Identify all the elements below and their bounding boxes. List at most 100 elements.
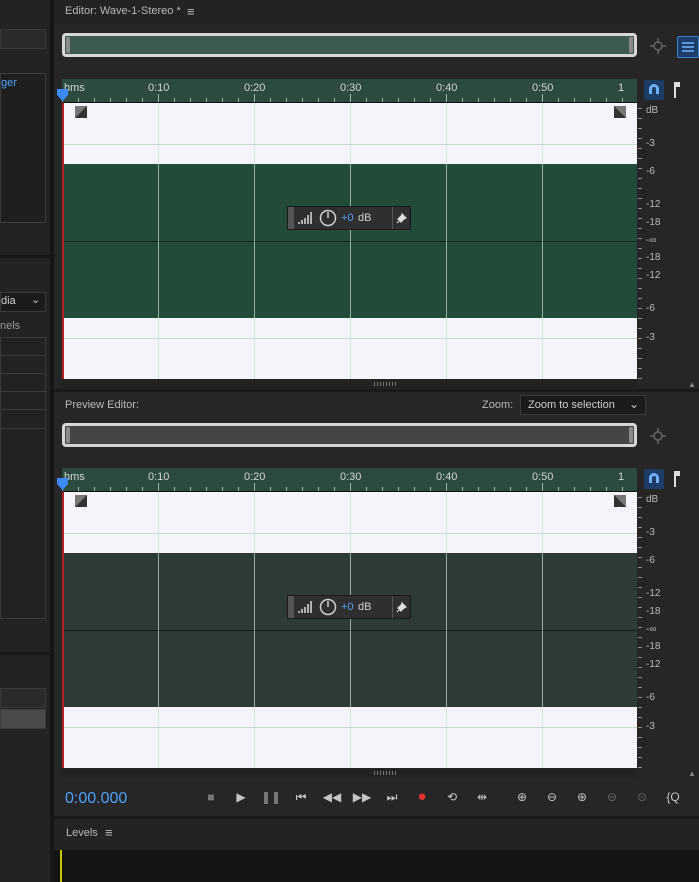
timeline-ruler[interactable]: hms 0:10 0:20 0:30 0:40 0:50 1 bbox=[62, 79, 637, 103]
zoom-in-time-icon[interactable]: ⊕ bbox=[571, 788, 593, 806]
zoom-in-amplitude-icon[interactable]: ⊕ bbox=[511, 788, 533, 806]
db-scale-tick bbox=[638, 687, 642, 688]
db-scale-label: -12 bbox=[646, 659, 661, 670]
preview-timeline-ruler[interactable]: hms 0:10 0:20 0:30 0:40 0:50 1 bbox=[62, 468, 637, 492]
db-scale-tick bbox=[638, 298, 642, 299]
scrollbar-grip[interactable] bbox=[374, 382, 398, 386]
hamburger-icon[interactable]: ≡ bbox=[187, 4, 195, 19]
volume-knob-icon[interactable] bbox=[319, 598, 337, 616]
level-bars-icon bbox=[298, 212, 312, 224]
fade-out-handle-icon[interactable] bbox=[614, 106, 626, 121]
spectral-toggle-icon[interactable] bbox=[677, 36, 699, 58]
snap-magnet-icon[interactable] bbox=[644, 469, 664, 489]
volume-knob-icon[interactable] bbox=[319, 209, 337, 227]
overview-bar[interactable] bbox=[62, 33, 637, 57]
gridline bbox=[446, 492, 447, 768]
stop-icon[interactable]: ■ bbox=[200, 788, 222, 806]
preview-overview-bar[interactable] bbox=[62, 423, 637, 447]
zoom-dropdown[interactable]: Zoom to selection ⌄ bbox=[520, 395, 646, 415]
horizontal-scrollbar[interactable] bbox=[62, 380, 637, 388]
skip-selection-icon[interactable]: ⇹ bbox=[471, 788, 493, 806]
skip-to-end-icon[interactable]: ⏭ bbox=[381, 788, 403, 806]
overview-right-handle[interactable] bbox=[629, 37, 633, 53]
volume-hud[interactable]: +0 dB bbox=[287, 595, 411, 619]
left-field[interactable] bbox=[0, 688, 46, 708]
ruler-tick bbox=[126, 98, 127, 102]
ruler-tick bbox=[222, 487, 223, 491]
db-scale-tick bbox=[638, 607, 642, 608]
db-scale-tick bbox=[638, 527, 642, 528]
db-scale-tick bbox=[638, 677, 642, 678]
left-search-field[interactable] bbox=[0, 29, 46, 49]
ruler-tick bbox=[318, 487, 319, 491]
zoom-full-icon[interactable]: ⊙ bbox=[631, 788, 653, 806]
editor-divider[interactable] bbox=[54, 389, 699, 392]
snap-magnet-icon[interactable] bbox=[644, 80, 664, 100]
volume-value[interactable]: +0 bbox=[341, 601, 354, 613]
db-scale-tick bbox=[638, 188, 642, 189]
play-icon[interactable]: ▶ bbox=[230, 788, 252, 806]
fast-forward-icon[interactable]: ▶▶ bbox=[351, 788, 373, 806]
volume-hud[interactable]: +0 dB bbox=[287, 206, 411, 230]
left-dropdown[interactable]: dia ⌄ bbox=[0, 292, 46, 312]
ruler-tick bbox=[430, 98, 431, 102]
ruler-tick bbox=[334, 98, 335, 102]
time-display[interactable]: 0:00.000 bbox=[65, 790, 127, 808]
scroll-up-icon[interactable]: ▲ bbox=[688, 769, 696, 778]
overview-left-handle[interactable] bbox=[66, 37, 70, 53]
ruler-label: 0:10 bbox=[148, 82, 170, 94]
zoom-settings-icon[interactable] bbox=[649, 37, 669, 57]
record-icon[interactable]: ● bbox=[411, 788, 433, 806]
db-scale-tick bbox=[638, 557, 642, 558]
zoom-out-time-icon[interactable]: ⊖ bbox=[601, 788, 623, 806]
waveform-display[interactable] bbox=[62, 103, 637, 379]
marker-pin-icon[interactable] bbox=[668, 469, 688, 489]
horizontal-scrollbar[interactable] bbox=[62, 769, 637, 777]
ruler-tick bbox=[606, 487, 607, 491]
preview-waveform-display[interactable] bbox=[62, 492, 637, 768]
hud-grip[interactable] bbox=[288, 207, 294, 229]
levels-title: Levels bbox=[66, 827, 98, 839]
volume-value[interactable]: +0 bbox=[341, 212, 354, 224]
db-scale-tick bbox=[638, 248, 642, 249]
pin-icon[interactable] bbox=[396, 601, 408, 613]
scroll-up-icon[interactable]: ▲ bbox=[688, 380, 696, 389]
left-list-item[interactable]: ger bbox=[1, 77, 17, 89]
db-scale-label: -∞ bbox=[646, 235, 657, 246]
db-scale-label: -12 bbox=[646, 270, 661, 281]
ruler-tick bbox=[622, 487, 623, 491]
db-scale-tick bbox=[638, 627, 642, 628]
hud-grip[interactable] bbox=[288, 596, 294, 618]
zoom-selection-icon[interactable]: {Q bbox=[662, 788, 684, 806]
ruler-tick bbox=[574, 98, 575, 102]
pin-icon[interactable] bbox=[396, 212, 408, 224]
skip-to-start-icon[interactable]: ⏮ bbox=[290, 788, 312, 806]
loop-icon[interactable]: ⟲ bbox=[441, 788, 463, 806]
scrollbar-grip[interactable] bbox=[374, 771, 398, 775]
fade-out-handle-icon[interactable] bbox=[614, 495, 626, 510]
db-scale-tick bbox=[638, 178, 642, 179]
ruler-tick bbox=[446, 94, 447, 102]
fade-in-handle-icon[interactable] bbox=[75, 495, 87, 510]
ruler-tick bbox=[142, 98, 143, 102]
overview-left-handle[interactable] bbox=[66, 427, 70, 443]
rewind-icon[interactable]: ◀◀ bbox=[321, 788, 343, 806]
ruler-tick bbox=[414, 487, 415, 491]
overview-right-handle[interactable] bbox=[629, 427, 633, 443]
ruler-tick bbox=[606, 98, 607, 102]
playhead-marker-icon[interactable] bbox=[57, 478, 68, 493]
fade-in-handle-icon[interactable] bbox=[75, 106, 87, 121]
hamburger-icon[interactable]: ≡ bbox=[105, 825, 113, 840]
db-scale-tick bbox=[638, 338, 642, 339]
pause-icon[interactable]: ❚❚ bbox=[260, 788, 282, 806]
marker-pin-icon[interactable] bbox=[668, 80, 688, 100]
playhead-marker-icon[interactable] bbox=[57, 89, 68, 104]
levels-panel: Levels ≡ bbox=[54, 819, 699, 882]
zoom-settings-icon[interactable] bbox=[649, 427, 669, 447]
ruler-label: 0:10 bbox=[148, 471, 170, 483]
zoom-out-amplitude-icon[interactable]: ⊖ bbox=[541, 788, 563, 806]
ruler-tick bbox=[174, 487, 175, 491]
db-scale-tick bbox=[638, 168, 642, 169]
ruler-tick bbox=[254, 483, 255, 491]
left-selected-row[interactable] bbox=[0, 709, 46, 729]
